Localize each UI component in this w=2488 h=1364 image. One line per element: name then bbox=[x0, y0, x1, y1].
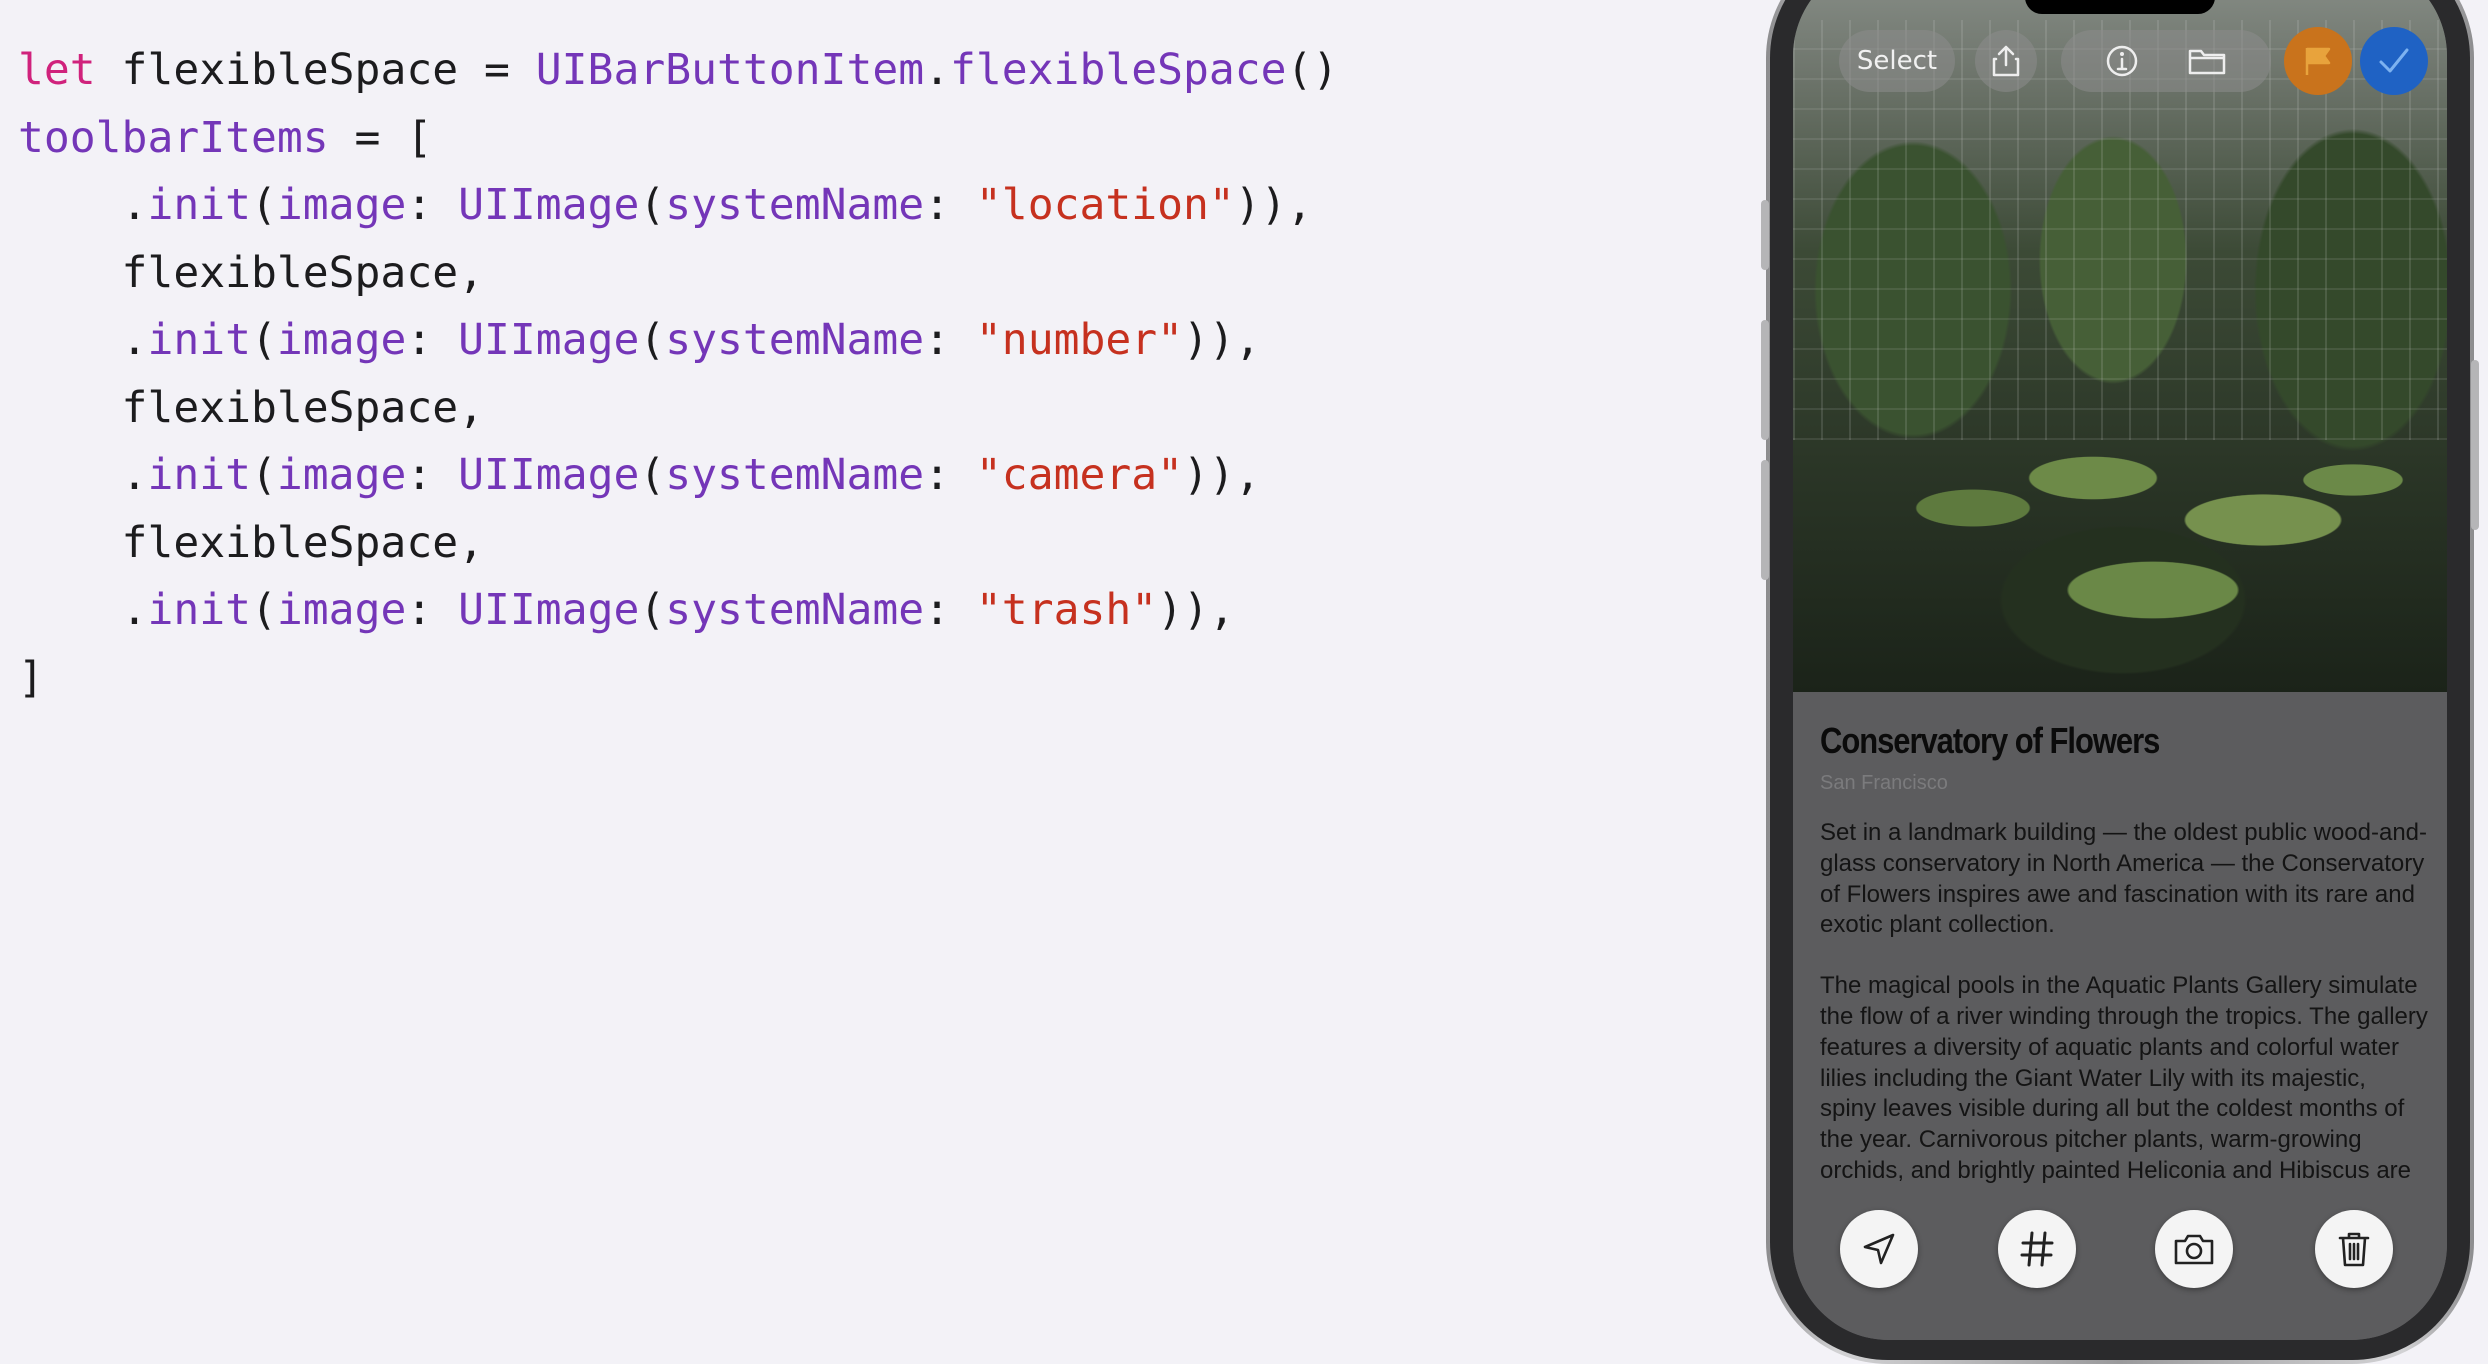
share-button[interactable] bbox=[1975, 30, 2037, 92]
more-actions-group bbox=[2061, 30, 2271, 92]
code-token: . bbox=[924, 45, 950, 95]
article-body: Set in a landmark building — the oldest … bbox=[1820, 818, 2428, 1217]
code-token: ] bbox=[18, 652, 44, 703]
article-paragraph: The magical pools in the Aquatic Plants … bbox=[1820, 972, 2428, 1184]
navigation-bar: Select bbox=[1793, 27, 2447, 102]
side-button bbox=[2471, 360, 2479, 530]
volume-down-button bbox=[1761, 460, 1769, 580]
code-token: ( bbox=[251, 450, 277, 500]
code-token: . bbox=[18, 315, 148, 365]
share-icon bbox=[1991, 44, 2021, 78]
code-token: )), bbox=[1183, 315, 1261, 365]
code-line: .init(image: UIImage(systemName: "camera… bbox=[18, 442, 1338, 510]
code-line: flexibleSpace, bbox=[18, 240, 1338, 308]
code-token: ( bbox=[251, 180, 277, 230]
code-token: systemName bbox=[665, 585, 925, 635]
code-token: image bbox=[276, 450, 407, 500]
code-token: UIImage bbox=[458, 180, 640, 230]
location-button[interactable] bbox=[1840, 1210, 1918, 1288]
code-token: ( bbox=[251, 585, 277, 635]
code-line: ] bbox=[18, 645, 1338, 713]
code-token: ( bbox=[251, 315, 277, 365]
dynamic-island bbox=[2025, 0, 2215, 14]
volume-up-button bbox=[1761, 320, 1769, 440]
code-token: . bbox=[18, 180, 148, 230]
code-token: : bbox=[406, 450, 459, 500]
code-token: flexibleSpace = bbox=[95, 45, 536, 95]
select-button[interactable]: Select bbox=[1839, 30, 1955, 92]
camera-button[interactable] bbox=[2155, 1210, 2233, 1288]
code-token: UIImage bbox=[458, 315, 640, 365]
code-token: toolbarItems bbox=[18, 112, 329, 163]
code-token: : bbox=[924, 315, 976, 365]
code-token: "number" bbox=[975, 315, 1184, 365]
location-icon bbox=[1861, 1231, 1897, 1267]
code-token: init bbox=[147, 450, 252, 500]
code-token: ( bbox=[639, 450, 666, 500]
code-token: : bbox=[406, 585, 459, 635]
code-token: ( bbox=[639, 315, 666, 365]
article-paragraph: Set in a landmark building — the oldest … bbox=[1820, 819, 2428, 939]
code-token: : bbox=[406, 180, 459, 230]
code-line: let flexibleSpace = UIBarButtonItem.flex… bbox=[18, 37, 1338, 105]
code-line: toolbarItems = [ bbox=[18, 105, 1338, 173]
code-token: UIImage bbox=[458, 585, 640, 635]
info-icon[interactable] bbox=[2105, 44, 2139, 78]
camera-icon bbox=[2173, 1232, 2215, 1266]
number-icon bbox=[2019, 1230, 2055, 1268]
action-button bbox=[1761, 200, 1769, 270]
code-token: let bbox=[18, 45, 96, 95]
trash-icon bbox=[2337, 1230, 2371, 1268]
code-token: init bbox=[147, 180, 252, 230]
code-token: image bbox=[276, 315, 407, 365]
code-token: init bbox=[147, 585, 252, 635]
code-token: systemName bbox=[665, 315, 925, 365]
article-subtitle: San Francisco bbox=[1820, 772, 1948, 794]
flag-icon bbox=[2303, 45, 2333, 77]
code-token: )), bbox=[1234, 180, 1313, 230]
code-token: () bbox=[1286, 45, 1339, 95]
code-token: )), bbox=[1183, 450, 1261, 500]
code-token: : bbox=[924, 585, 976, 635]
number-button[interactable] bbox=[1998, 1210, 2076, 1288]
code-line: .init(image: UIImage(systemName: "number… bbox=[18, 307, 1338, 375]
code-token: ( bbox=[639, 585, 666, 635]
trash-button[interactable] bbox=[2315, 1210, 2393, 1288]
code-token: : bbox=[406, 315, 459, 365]
code-token: . bbox=[18, 450, 148, 500]
code-token: "trash" bbox=[975, 585, 1158, 635]
article-title: Conservatory of Flowers bbox=[1820, 720, 2160, 761]
code-line: .init(image: UIImage(systemName: "trash"… bbox=[18, 577, 1338, 645]
code-token: "camera" bbox=[975, 450, 1184, 500]
code-token: . bbox=[18, 585, 148, 635]
code-token: flexibleSpace, bbox=[18, 517, 484, 568]
phone-screen: Select Conservatory of Flowers San Franc… bbox=[1793, 0, 2447, 1340]
select-button-label: Select bbox=[1856, 46, 1938, 76]
code-token: init bbox=[147, 315, 252, 365]
code-token: flexibleSpace, bbox=[18, 382, 484, 433]
bottom-toolbar bbox=[1793, 1210, 2447, 1294]
code-snippet: let flexibleSpace = UIBarButtonItem.flex… bbox=[18, 37, 1338, 712]
code-token: flexibleSpace bbox=[950, 45, 1287, 95]
code-token: : bbox=[924, 180, 976, 230]
checkmark-icon bbox=[2378, 47, 2410, 75]
code-token: systemName bbox=[665, 450, 925, 500]
code-token: systemName bbox=[665, 180, 925, 230]
code-line: .init(image: UIImage(systemName: "locati… bbox=[18, 172, 1338, 240]
code-token: UIImage bbox=[458, 450, 640, 500]
code-token: flexibleSpace, bbox=[18, 247, 484, 298]
code-token: "location" bbox=[975, 180, 1235, 230]
flag-button[interactable] bbox=[2284, 27, 2352, 95]
code-token: image bbox=[276, 585, 407, 635]
code-line: flexibleSpace, bbox=[18, 375, 1338, 443]
code-token: = [ bbox=[328, 112, 433, 163]
code-line: flexibleSpace, bbox=[18, 510, 1338, 578]
code-token: image bbox=[276, 180, 407, 230]
code-token: : bbox=[924, 450, 976, 500]
folder-icon[interactable] bbox=[2187, 46, 2227, 76]
code-token: )), bbox=[1157, 585, 1235, 635]
code-token: ( bbox=[639, 180, 666, 230]
code-token: UIBarButtonItem bbox=[535, 45, 925, 95]
done-button[interactable] bbox=[2360, 27, 2428, 95]
